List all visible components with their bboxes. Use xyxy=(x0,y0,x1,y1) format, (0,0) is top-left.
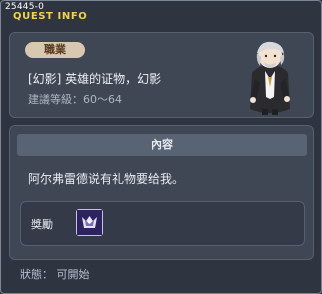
window-title: QUEST INFO xyxy=(13,11,88,22)
phantom-emblem-icon xyxy=(77,210,102,235)
quest-status: 狀態： 可開始 xyxy=(20,268,90,281)
recommended-level: 建議等級：60～64 xyxy=(28,93,122,106)
content-header: 內容 xyxy=(17,134,307,156)
reward-box: 獎勵 xyxy=(20,201,305,246)
quest-title: [幻影] 英雄的证物，幻影 xyxy=(28,72,162,86)
quest-info-window: 25445-0 QUEST INFO 職業 [幻影] 英雄的证物，幻影 建議等級… xyxy=(0,0,322,294)
reward-item-slot[interactable] xyxy=(76,209,103,236)
content-panel: 內容 阿尔弗雷德说有礼物要给我。 獎勵 xyxy=(9,125,314,260)
quest-description: 阿尔弗雷德说有礼物要给我。 xyxy=(28,172,185,186)
job-badge: 職業 xyxy=(25,42,85,58)
reward-label: 獎勵 xyxy=(31,218,53,231)
npc-portrait-icon xyxy=(250,41,290,115)
job-panel: 職業 [幻影] 英雄的证物，幻影 建議等級：60～64 xyxy=(9,32,314,118)
